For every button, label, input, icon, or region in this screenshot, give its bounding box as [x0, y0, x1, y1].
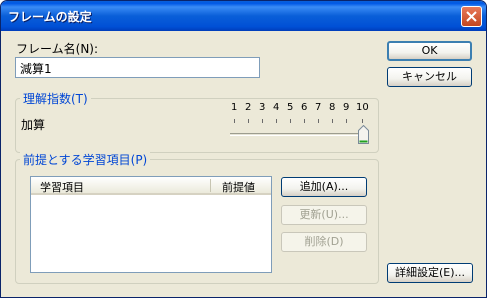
slider-tick [318, 119, 319, 123]
tick-label: 8 [329, 102, 336, 113]
tick-label: 2 [245, 102, 252, 113]
slider-tick [304, 119, 305, 123]
understanding-group-title: 理解指数(T) [20, 90, 91, 107]
understanding-slider[interactable] [230, 125, 370, 147]
tick-label: 9 [343, 102, 350, 113]
list-header: 学習項目 前提値 [31, 177, 271, 195]
update-button[interactable]: 更新(U)... [281, 205, 367, 225]
delete-button[interactable]: 削除(D) [281, 232, 367, 252]
prereq-list[interactable]: 学習項目 前提値 [30, 176, 272, 273]
tick-label: 4 [273, 102, 280, 113]
tick-label: 6 [301, 102, 308, 113]
slider-tick [262, 119, 263, 123]
close-icon [466, 11, 477, 22]
cancel-button[interactable]: キャンセル [387, 67, 472, 87]
slider-tick [332, 119, 333, 123]
slider-tick [234, 119, 235, 123]
ok-button[interactable]: OK [387, 41, 472, 61]
slider-tick [362, 119, 363, 123]
frame-name-input[interactable]: 減算1 [15, 57, 260, 78]
understanding-row-label: 加算 [21, 118, 46, 132]
tick-label: 5 [287, 102, 294, 113]
prereq-group-title: 前提とする学習項目(P) [20, 151, 151, 168]
tick-label: 3 [259, 102, 266, 113]
tick-label: 10 [356, 102, 369, 113]
advanced-settings-button[interactable]: 詳細設定(E)... [387, 263, 473, 283]
close-button[interactable] [461, 6, 482, 27]
window-title: フレームの設定 [8, 10, 92, 24]
slider-tick [346, 119, 347, 123]
slider-track [230, 133, 368, 136]
column-header-prereq-value[interactable]: 前提値 [222, 179, 255, 195]
column-divider[interactable] [210, 179, 211, 192]
column-header-item[interactable]: 学習項目 [40, 179, 84, 195]
title-bar[interactable]: フレームの設定 [1, 1, 486, 31]
slider-tick [290, 119, 291, 123]
slider-thumb[interactable] [358, 125, 369, 145]
slider-tick [276, 119, 277, 123]
dialog-window: フレームの設定 フレーム名(N): 減算1 OK キャンセル 理解指数(T) 加… [0, 0, 487, 298]
frame-name-label: フレーム名(N): [16, 42, 99, 56]
tick-label: 7 [315, 102, 322, 113]
tick-label: 1 [231, 102, 238, 113]
slider-tick [248, 119, 249, 123]
add-button[interactable]: 追加(A)... [281, 177, 367, 197]
